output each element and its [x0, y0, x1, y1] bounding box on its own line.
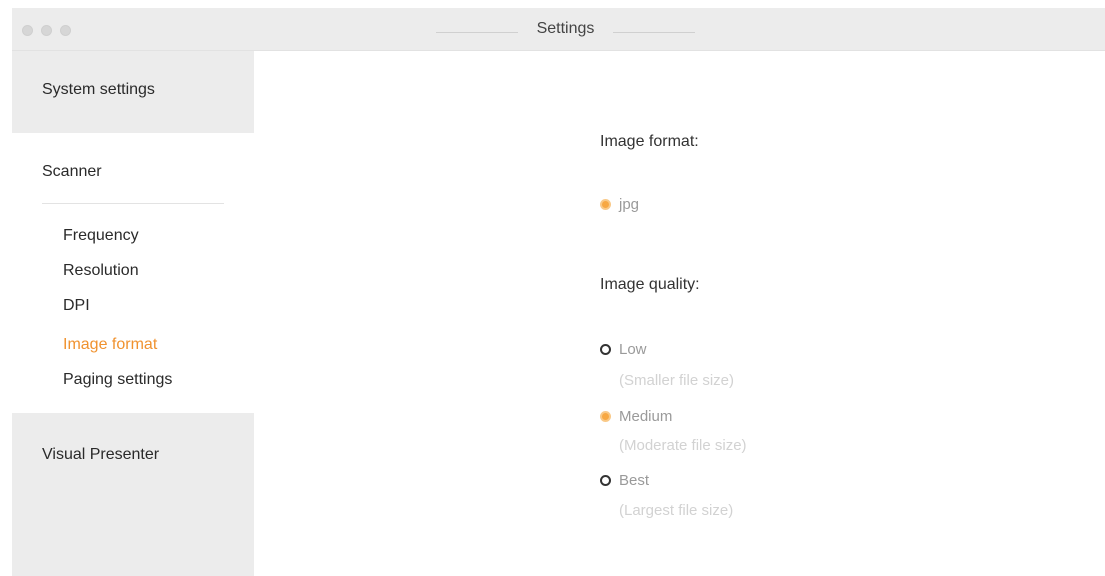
close-window-button[interactable]: [22, 25, 33, 36]
sidebar-divider: [42, 203, 224, 204]
sidebar-item-scanner[interactable]: Scanner Frequency Resolution DPI Image f…: [12, 133, 254, 413]
window-title: Settings: [536, 20, 595, 37]
sidebar: System settings Scanner Frequency Resolu…: [12, 51, 254, 576]
settings-window: Settings System settings Scanner Frequen…: [12, 8, 1105, 576]
settings-panel: Image format: jpg Image quality: Low (Sm…: [254, 51, 1105, 576]
quality-option-label: Low: [619, 340, 647, 358]
format-option-jpg[interactable]: jpg: [600, 194, 639, 214]
image-quality-heading: Image quality:: [600, 276, 700, 293]
sidebar-item-visual-presenter[interactable]: Visual Presenter: [12, 413, 254, 576]
quality-option-hint: (Largest file size): [619, 502, 734, 519]
quality-option-hint: (Smaller file size): [619, 372, 735, 389]
sidebar-item-label: Visual Presenter: [42, 446, 160, 463]
zoom-window-button[interactable]: [60, 25, 71, 36]
title-divider-right: [613, 32, 695, 33]
sidebar-subitem-paging-settings[interactable]: Paging settings: [63, 371, 172, 389]
image-format-heading: Image format:: [600, 133, 699, 150]
radio-unselected-icon: [600, 343, 611, 355]
title-bar: Settings: [12, 8, 1105, 51]
format-option-label: jpg: [619, 195, 640, 213]
sidebar-subitem-image-format[interactable]: Image format: [63, 336, 157, 354]
radio-selected-icon: [600, 198, 611, 210]
minimize-window-button[interactable]: [41, 25, 52, 36]
sidebar-subitem-dpi[interactable]: DPI: [63, 297, 90, 315]
quality-option-label: Best: [619, 471, 650, 489]
quality-option-label: Medium: [619, 407, 673, 425]
sidebar-item-label: System settings: [42, 81, 155, 98]
quality-option-best[interactable]: Best: [600, 470, 649, 490]
title-divider-left: [436, 32, 518, 33]
screen-top-strip: [0, 0, 1105, 8]
radio-selected-icon: [600, 410, 611, 422]
sidebar-item-system-settings[interactable]: System settings: [12, 51, 254, 133]
quality-option-hint: (Moderate file size): [619, 437, 747, 454]
sidebar-subitem-resolution[interactable]: Resolution: [63, 262, 139, 280]
quality-option-medium[interactable]: Medium: [600, 406, 672, 426]
sidebar-subitem-frequency[interactable]: Frequency: [63, 227, 139, 245]
radio-unselected-icon: [600, 474, 611, 486]
quality-option-low[interactable]: Low: [600, 339, 647, 359]
sidebar-item-label: Scanner: [42, 163, 102, 180]
